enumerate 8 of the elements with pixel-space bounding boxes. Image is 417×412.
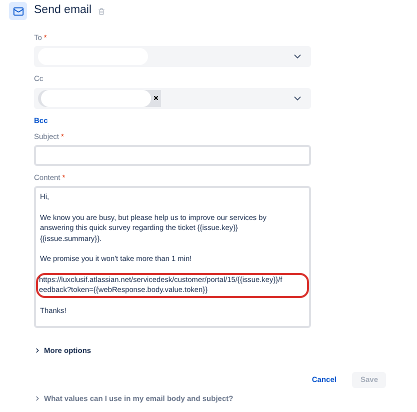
select-field[interactable] <box>34 88 311 108</box>
remove-icon[interactable] <box>153 95 159 101</box>
select-field[interactable] <box>34 46 311 68</box>
content-field[interactable] <box>34 186 311 328</box>
mail-icon <box>9 2 27 20</box>
page-title: Send email <box>34 3 92 18</box>
subject-field[interactable] <box>34 145 311 166</box>
trash-icon[interactable] <box>98 8 105 14</box>
